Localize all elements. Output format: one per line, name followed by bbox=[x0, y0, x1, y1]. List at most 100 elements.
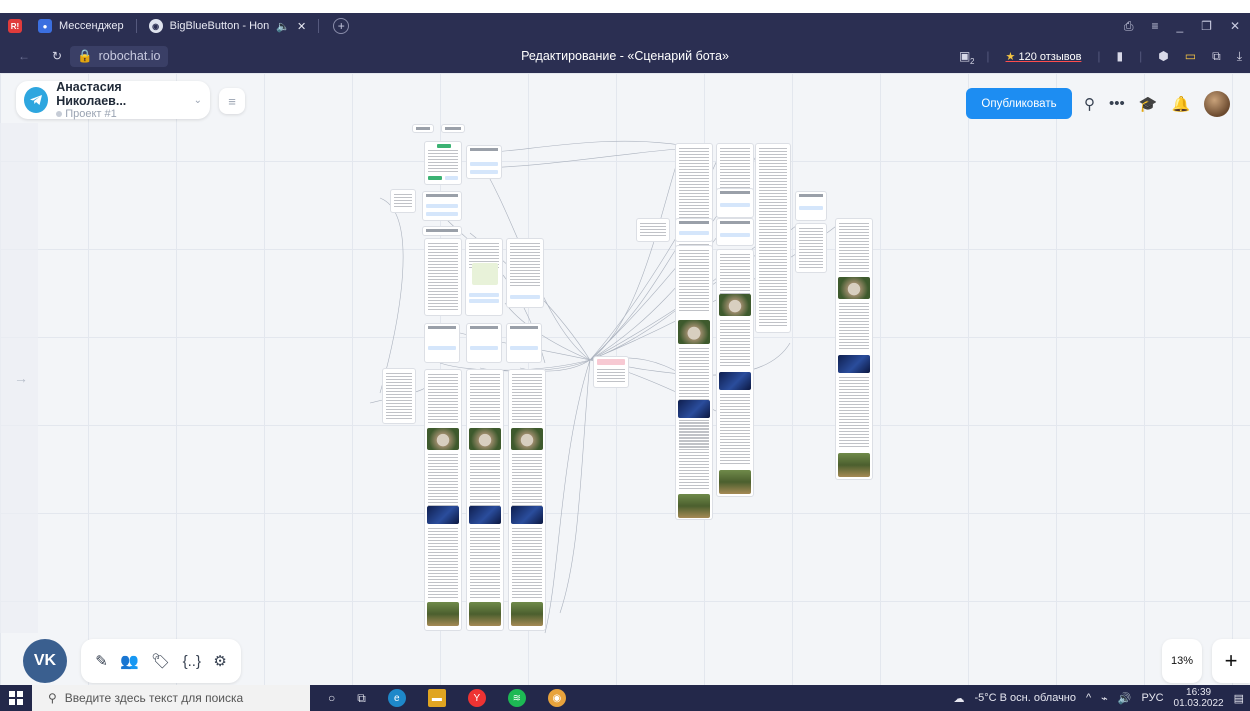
tab-bigbluebutton[interactable]: ◉ BigBlueButton - Hon 🔈 ✕ bbox=[141, 13, 315, 39]
pencil-icon[interactable]: ✎ bbox=[95, 652, 108, 670]
flow-node[interactable] bbox=[636, 218, 670, 242]
easy-setup-icon[interactable]: ≡ bbox=[1151, 19, 1158, 33]
search-icon: ⚲ bbox=[48, 691, 57, 705]
chrome-icon[interactable]: ◉ bbox=[547, 689, 566, 707]
browser-menu[interactable]: R! bbox=[0, 13, 30, 39]
vpn-icon[interactable]: ▣ 2 bbox=[959, 49, 974, 66]
vk-channel-button[interactable]: VK bbox=[23, 639, 67, 683]
flow-node[interactable] bbox=[506, 238, 544, 308]
flow-node[interactable] bbox=[424, 141, 462, 185]
forest-image bbox=[838, 453, 870, 477]
flow-node-long[interactable] bbox=[835, 218, 873, 480]
new-tab-button[interactable]: + bbox=[333, 18, 350, 34]
language-indicator[interactable]: РУС bbox=[1142, 692, 1164, 704]
flow-node[interactable] bbox=[412, 124, 434, 133]
variables-icon[interactable]: {..} bbox=[183, 653, 201, 670]
minimize-icon[interactable]: _ bbox=[1176, 19, 1183, 33]
cortana-icon[interactable]: ○ bbox=[328, 691, 335, 705]
search-icon[interactable]: ⚲ bbox=[1084, 95, 1095, 113]
tab-messenger[interactable]: ● Мессенджер bbox=[30, 13, 132, 39]
add-block-button[interactable]: + bbox=[1212, 639, 1250, 683]
flow-node-long[interactable] bbox=[716, 249, 754, 497]
publish-button[interactable]: Опубликовать bbox=[966, 88, 1072, 119]
battery-icon[interactable]: ▭ bbox=[1185, 49, 1196, 63]
flow-node-hub[interactable] bbox=[593, 356, 629, 388]
top-strip bbox=[0, 0, 1250, 13]
flow-node[interactable] bbox=[441, 124, 465, 133]
flow-node[interactable] bbox=[422, 226, 462, 236]
volume-icon[interactable]: 🔊 bbox=[1118, 692, 1132, 705]
status-dot bbox=[56, 110, 63, 117]
extensions-icon[interactable]: ⧉ bbox=[1212, 49, 1221, 64]
url-field[interactable]: 🔒 robochat.io bbox=[70, 45, 168, 67]
flow-node[interactable] bbox=[424, 323, 460, 363]
avatar[interactable] bbox=[1204, 90, 1231, 117]
users-icon[interactable]: 👥 bbox=[120, 652, 139, 670]
start-chip bbox=[437, 144, 451, 148]
reviews-link[interactable]: ★ 120 отзывов bbox=[1006, 50, 1082, 63]
bookmark-icon[interactable]: ▮ bbox=[1117, 49, 1124, 63]
flow-node[interactable] bbox=[755, 143, 791, 333]
hamburger-menu-button[interactable]: ≡ bbox=[219, 88, 245, 114]
flow-node[interactable] bbox=[716, 218, 754, 246]
network-icon[interactable]: ⌁ bbox=[1101, 692, 1108, 705]
spotify-icon[interactable]: ≋ bbox=[507, 689, 526, 707]
taskbar-apps: ○ ⧉ e ▬ Y ≋ ◉ bbox=[328, 689, 566, 707]
telegram-icon bbox=[24, 87, 49, 113]
file-explorer-icon[interactable]: ▬ bbox=[427, 689, 446, 707]
flow-canvas[interactable]: → Анастасия Николаев... Проект #1 ⌄ ≡ Оп… bbox=[0, 73, 1250, 685]
hub-label bbox=[597, 359, 625, 365]
back-icon[interactable]: ← bbox=[18, 49, 30, 63]
clock[interactable]: 16:39 01.03.2022 bbox=[1174, 687, 1224, 709]
flow-node[interactable] bbox=[390, 189, 416, 213]
zoom-level[interactable]: 13% bbox=[1162, 639, 1202, 683]
task-view-icon[interactable]: ⧉ bbox=[357, 691, 366, 706]
restore-icon[interactable]: ❐ bbox=[1201, 19, 1212, 33]
owl-image bbox=[469, 428, 501, 450]
messenger-icon: ● bbox=[38, 19, 52, 33]
weather-text[interactable]: -5°C В осн. облачно bbox=[974, 692, 1076, 704]
flow-node-cartoon[interactable] bbox=[465, 238, 503, 316]
flow-node-long[interactable] bbox=[508, 369, 546, 631]
flow-node[interactable] bbox=[795, 223, 827, 273]
flow-node-long[interactable] bbox=[466, 369, 504, 631]
windows-start-icon[interactable] bbox=[0, 691, 32, 705]
taskbar-search-input[interactable]: ⚲ Введите здесь текст для поиска bbox=[32, 685, 310, 711]
tray-chevron-icon[interactable]: ^ bbox=[1086, 692, 1091, 704]
flow-node[interactable] bbox=[795, 191, 827, 221]
tag-icon[interactable]: 🏷 bbox=[151, 652, 170, 670]
divider: | bbox=[1139, 49, 1143, 63]
notifications-bell-icon[interactable]: 🔔 bbox=[1171, 95, 1190, 113]
divider: | bbox=[986, 49, 990, 63]
owl-image bbox=[427, 428, 459, 450]
flow-node[interactable] bbox=[382, 368, 416, 424]
mute-icon[interactable]: 🔈 bbox=[276, 20, 290, 33]
flow-node[interactable] bbox=[466, 323, 502, 363]
snapshot-icon[interactable]: ⎙ bbox=[1124, 19, 1134, 34]
flow-node[interactable] bbox=[506, 323, 542, 363]
notifications-icon[interactable]: ▤ bbox=[1234, 692, 1244, 705]
flow-node[interactable] bbox=[716, 188, 754, 218]
search-placeholder: Введите здесь текст для поиска bbox=[64, 691, 244, 705]
flow-node[interactable] bbox=[422, 191, 462, 221]
reload-icon[interactable]: ↻ bbox=[52, 49, 62, 63]
flow-node-long[interactable] bbox=[675, 245, 713, 520]
more-icon[interactable]: ••• bbox=[1109, 95, 1125, 112]
opera-logo-icon[interactable]: R! bbox=[8, 19, 22, 33]
top-right-toolbar: ⚲ ••• 🎓 🔔 bbox=[1084, 88, 1231, 119]
yandex-browser-icon[interactable]: Y bbox=[467, 689, 486, 707]
close-tab-icon[interactable]: ✕ bbox=[297, 20, 306, 33]
adblock-icon[interactable]: ⬢ bbox=[1158, 49, 1168, 63]
flow-node-long[interactable] bbox=[424, 369, 462, 631]
flow-node[interactable] bbox=[424, 238, 462, 316]
chevron-down-icon: ⌄ bbox=[193, 94, 202, 106]
flow-node[interactable] bbox=[466, 145, 502, 179]
education-cap-icon[interactable]: 🎓 bbox=[1139, 95, 1158, 113]
sky-image bbox=[719, 372, 751, 390]
flow-node[interactable] bbox=[675, 218, 713, 242]
project-selector[interactable]: Анастасия Николаев... Проект #1 ⌄ bbox=[16, 80, 210, 120]
close-window-icon[interactable]: ✕ bbox=[1230, 19, 1240, 33]
settings-gear-icon[interactable]: ⚙ bbox=[213, 652, 226, 670]
download-icon[interactable]: ⤓ bbox=[1237, 49, 1242, 64]
edge-icon[interactable]: e bbox=[387, 689, 406, 707]
